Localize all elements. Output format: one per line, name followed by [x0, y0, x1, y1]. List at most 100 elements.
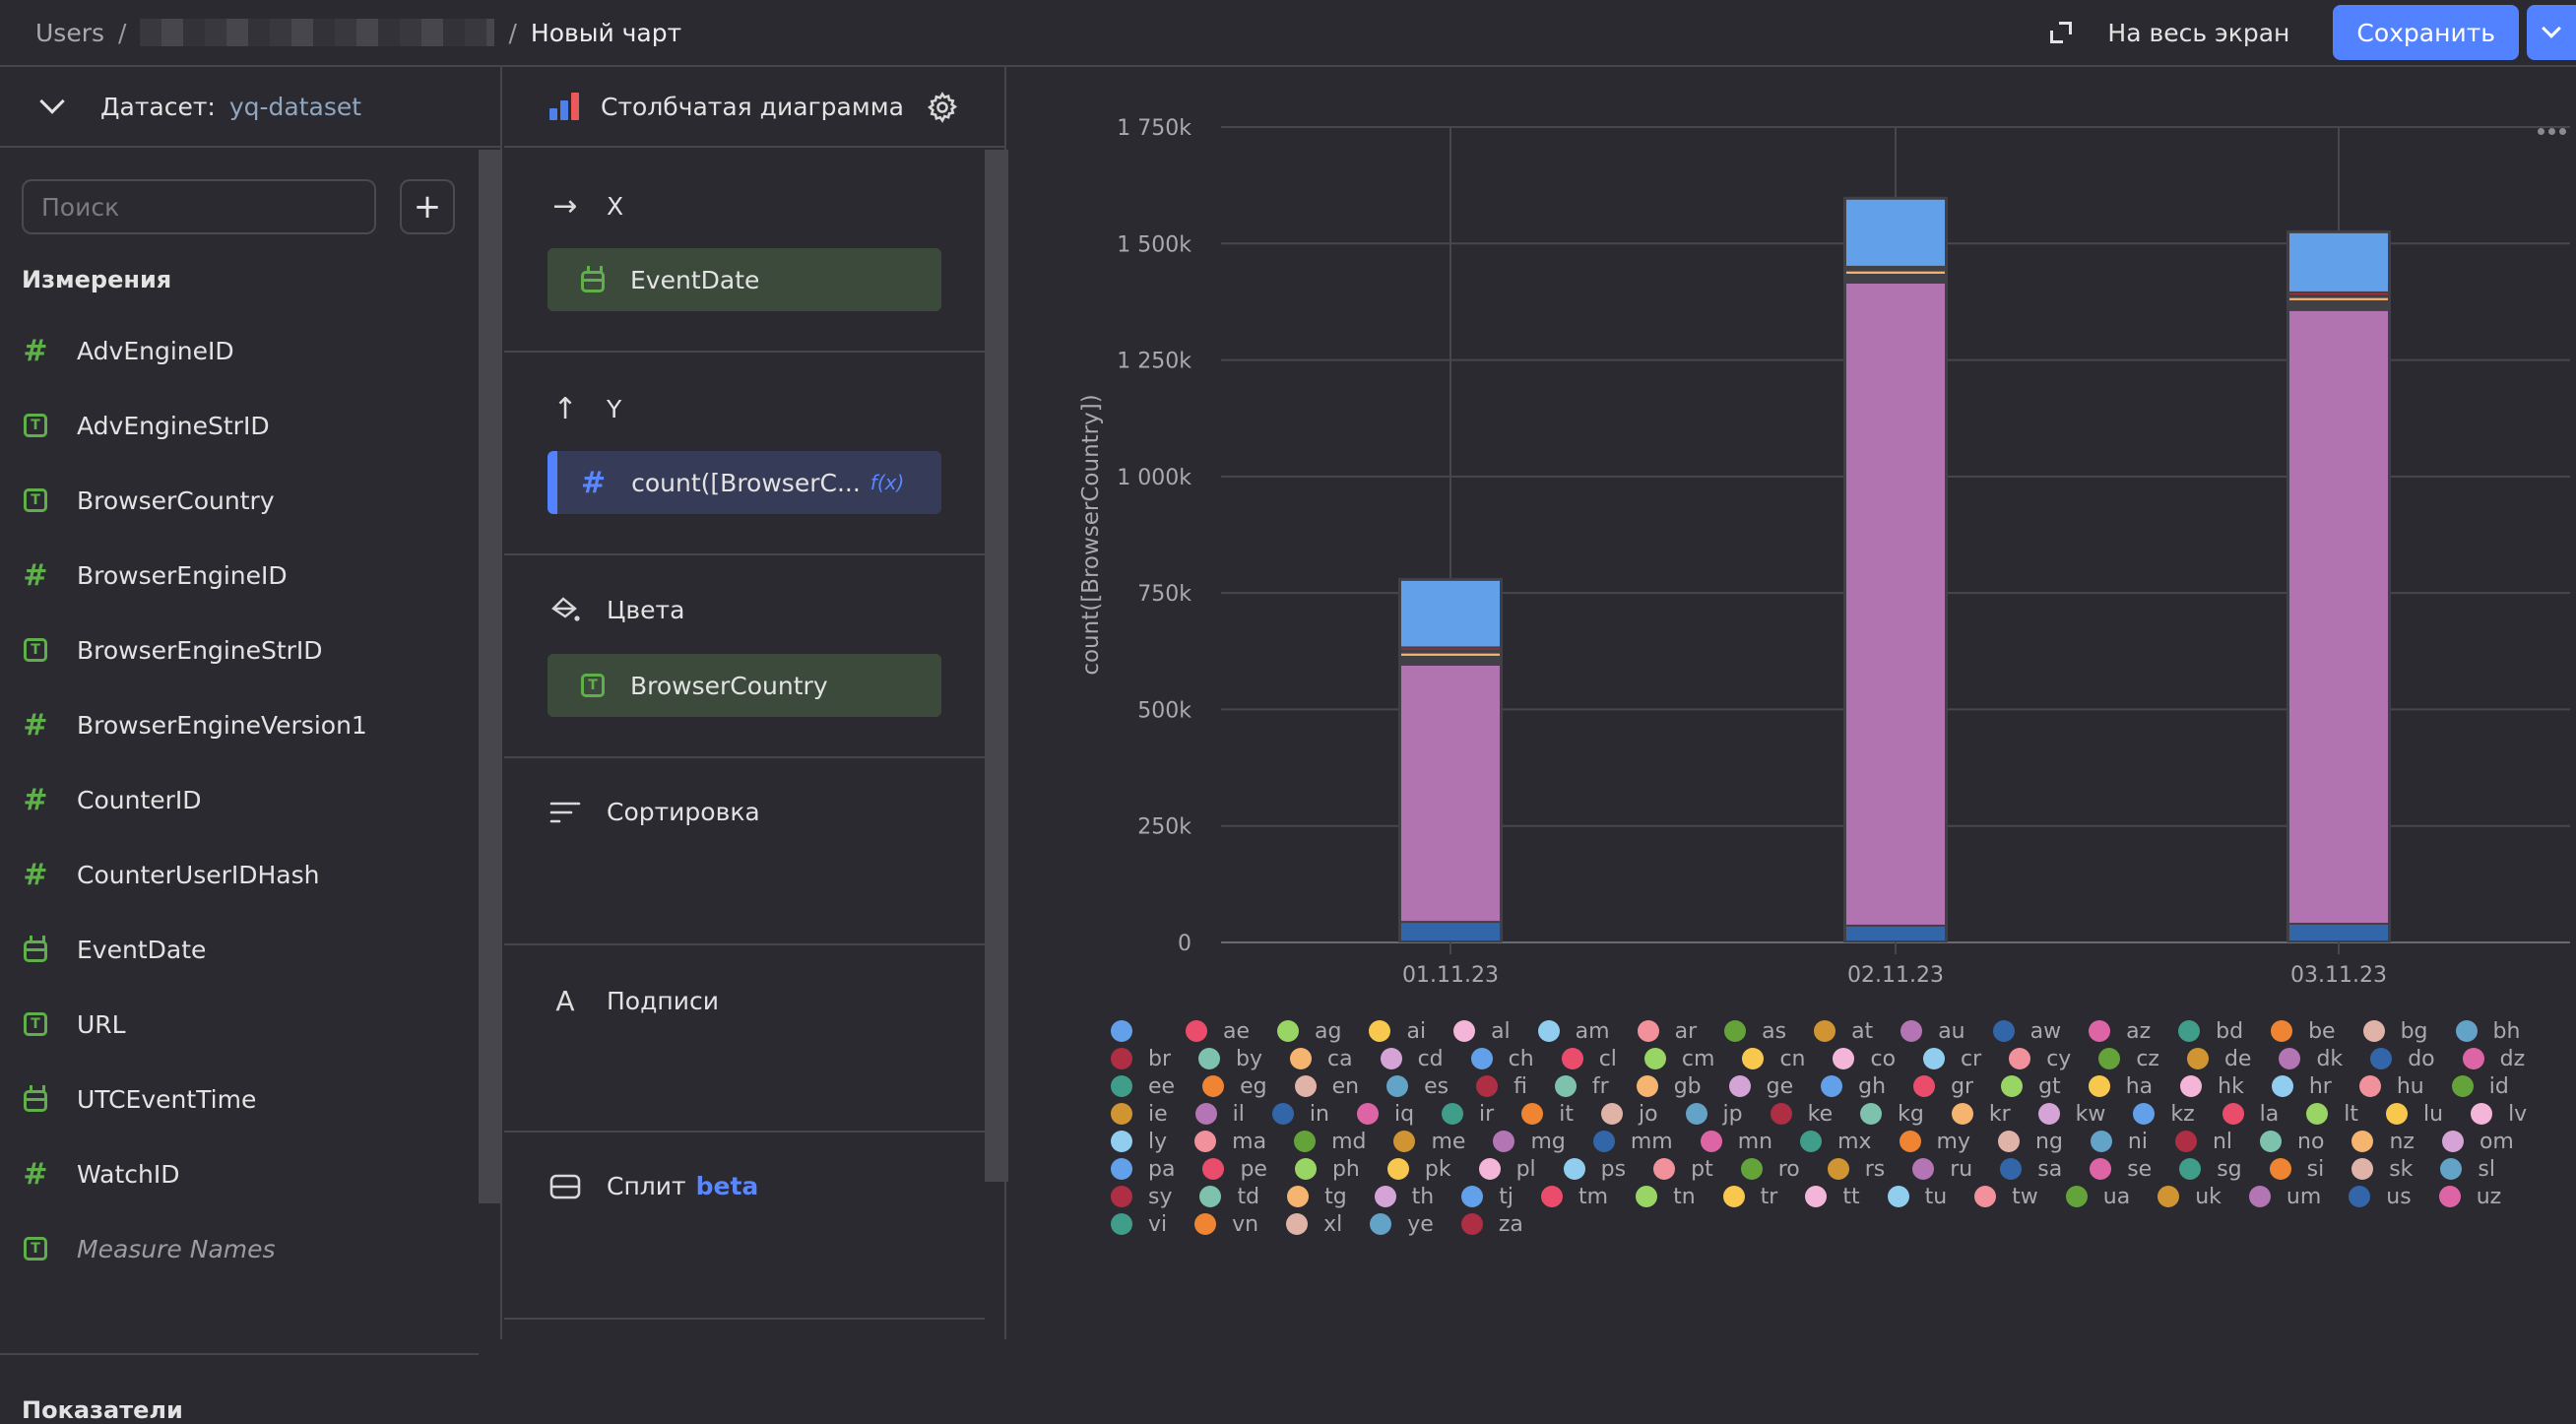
legend-item[interactable]: ng	[1998, 1128, 2063, 1155]
legend-item[interactable]: ee	[1111, 1072, 1175, 1100]
legend-item[interactable]: jp	[1685, 1100, 1743, 1128]
legend-item[interactable]: il	[1194, 1100, 1245, 1128]
legend-item[interactable]: tr	[1722, 1183, 1777, 1210]
legend-item[interactable]: fr	[1554, 1072, 1609, 1100]
legend-item[interactable]: pe	[1202, 1155, 1267, 1183]
legend-item[interactable]: mx	[1800, 1128, 1872, 1155]
legend-item[interactable]: es	[1386, 1072, 1449, 1100]
legend-item[interactable]: cy	[2009, 1045, 2071, 1072]
legend-item[interactable]: tw	[1974, 1183, 2038, 1210]
legend-item[interactable]: ye	[1370, 1210, 1434, 1238]
legend-item[interactable]: um	[2248, 1183, 2321, 1210]
legend-item[interactable]: tm	[1541, 1183, 1608, 1210]
legend-item[interactable]: bh	[2455, 1017, 2520, 1045]
legend-item[interactable]: iq	[1356, 1100, 1414, 1128]
legend-item[interactable]: ro	[1740, 1155, 1800, 1183]
legend-item[interactable]: az	[2089, 1017, 2151, 1045]
legend-item[interactable]: ai	[1369, 1017, 1426, 1045]
legend-item[interactable]: tu	[1887, 1183, 1947, 1210]
legend-item[interactable]: ha	[2088, 1072, 2153, 1100]
legend-item[interactable]: xl	[1286, 1210, 1342, 1238]
legend-item[interactable]: au	[1900, 1017, 1965, 1045]
legend-item[interactable]: ge	[1728, 1072, 1793, 1100]
legend-item[interactable]: vn	[1194, 1210, 1258, 1238]
legend-item[interactable]: al	[1453, 1017, 1511, 1045]
legend-item[interactable]: no	[2260, 1128, 2324, 1155]
legend-item[interactable]: by	[1198, 1045, 1262, 1072]
legend-item[interactable]: nl	[2174, 1128, 2232, 1155]
legend-item[interactable]: id	[2451, 1072, 2509, 1100]
legend-item[interactable]: cl	[1561, 1045, 1617, 1072]
legend-item[interactable]: ph	[1294, 1155, 1360, 1183]
section-split[interactable]: Сплит beta	[504, 1133, 985, 1320]
legend-item[interactable]: at	[1814, 1017, 1873, 1045]
legend-item[interactable]: br	[1111, 1045, 1171, 1072]
legend-item[interactable]: sk	[2351, 1155, 2413, 1183]
field-item[interactable]: UTCEventTime	[22, 1062, 367, 1136]
legend-item[interactable]: kz	[2133, 1100, 2195, 1128]
legend-item[interactable]: ch	[1470, 1045, 1534, 1072]
legend-item[interactable]: vi	[1111, 1210, 1167, 1238]
legend-item[interactable]: gb	[1636, 1072, 1702, 1100]
legend-item[interactable]: sl	[2440, 1155, 2495, 1183]
legend-item[interactable]: de	[2186, 1045, 2251, 1072]
legend-item[interactable]: in	[1271, 1100, 1329, 1128]
legend-item[interactable]: ae	[1186, 1017, 1250, 1045]
legend-item[interactable]: tg	[1287, 1183, 1347, 1210]
legend-item[interactable]: sa	[2000, 1155, 2062, 1183]
legend-item[interactable]: mg	[1493, 1128, 1566, 1155]
legend-item[interactable]: eg	[1202, 1072, 1267, 1100]
legend-item[interactable]: aw	[1992, 1017, 2061, 1045]
field-item[interactable]: T Measure Names	[22, 1211, 367, 1286]
legend-item[interactable]: la	[2222, 1100, 2279, 1128]
legend-item[interactable]: cz	[2098, 1045, 2159, 1072]
legend-item[interactable]: ar	[1637, 1017, 1697, 1045]
legend-item[interactable]: ca	[1290, 1045, 1353, 1072]
legend-item[interactable]: ag	[1277, 1017, 1341, 1045]
legend-item[interactable]: cm	[1643, 1045, 1714, 1072]
legend-item[interactable]: mm	[1592, 1128, 1673, 1155]
legend-item[interactable]: kw	[2037, 1100, 2105, 1128]
legend-item[interactable]: ua	[2065, 1183, 2130, 1210]
legend-item[interactable]: bd	[2178, 1017, 2243, 1045]
legend-item[interactable]: gh	[1821, 1072, 1886, 1100]
legend-item[interactable]: rs	[1827, 1155, 1885, 1183]
legend-item[interactable]: hu	[2358, 1072, 2424, 1100]
legend-item[interactable]: pl	[1478, 1155, 1536, 1183]
legend-item[interactable]: gt	[2001, 1072, 2061, 1100]
legend-item[interactable]: am	[1537, 1017, 1610, 1045]
legend-item[interactable]: ke	[1770, 1100, 1833, 1128]
legend-item[interactable]: kr	[1951, 1100, 2011, 1128]
legend-item[interactable]: ie	[1111, 1100, 1168, 1128]
legend-item[interactable]: lt	[2306, 1100, 2358, 1128]
legend-item[interactable]: tj	[1461, 1183, 1513, 1210]
legend-item[interactable]: sg	[2179, 1155, 2242, 1183]
legend-item[interactable]: fi	[1476, 1072, 1527, 1100]
legend-item[interactable]: en	[1294, 1072, 1359, 1100]
legend-item[interactable]: ma	[1194, 1128, 1266, 1155]
legend-item[interactable]: jo	[1600, 1100, 1658, 1128]
legend-item[interactable]: dz	[2462, 1045, 2525, 1072]
legend-item[interactable]: us	[2349, 1183, 2412, 1210]
legend-item[interactable]: mn	[1700, 1128, 1772, 1155]
legend-item[interactable]: cr	[1923, 1045, 1981, 1072]
legend-item[interactable]: tt	[1805, 1183, 1860, 1210]
legend-item[interactable]: pa	[1111, 1155, 1175, 1183]
legend-item[interactable]: hk	[2180, 1072, 2244, 1100]
legend-item[interactable]: ps	[1563, 1155, 1626, 1183]
legend-item[interactable]: do	[2370, 1045, 2435, 1072]
field-item[interactable]: # WatchID	[22, 1136, 367, 1211]
legend-item[interactable]: uz	[2438, 1183, 2501, 1210]
legend-item[interactable]: gr	[1913, 1072, 1973, 1100]
legend-item[interactable]: co	[1833, 1045, 1896, 1072]
legend-item[interactable]: si	[2269, 1155, 2324, 1183]
legend-item[interactable]: lv	[2471, 1100, 2527, 1128]
legend-item[interactable]: tn	[1636, 1183, 1696, 1210]
legend-item[interactable]: ru	[1912, 1155, 1972, 1183]
legend-item[interactable]: pt	[1653, 1155, 1713, 1183]
legend-item[interactable]: sy	[1111, 1183, 1172, 1210]
legend-item[interactable]: dk	[2279, 1045, 2343, 1072]
legend-item[interactable]: as	[1724, 1017, 1786, 1045]
legend-item[interactable]	[1111, 1017, 1158, 1045]
legend-item[interactable]: lu	[2386, 1100, 2443, 1128]
